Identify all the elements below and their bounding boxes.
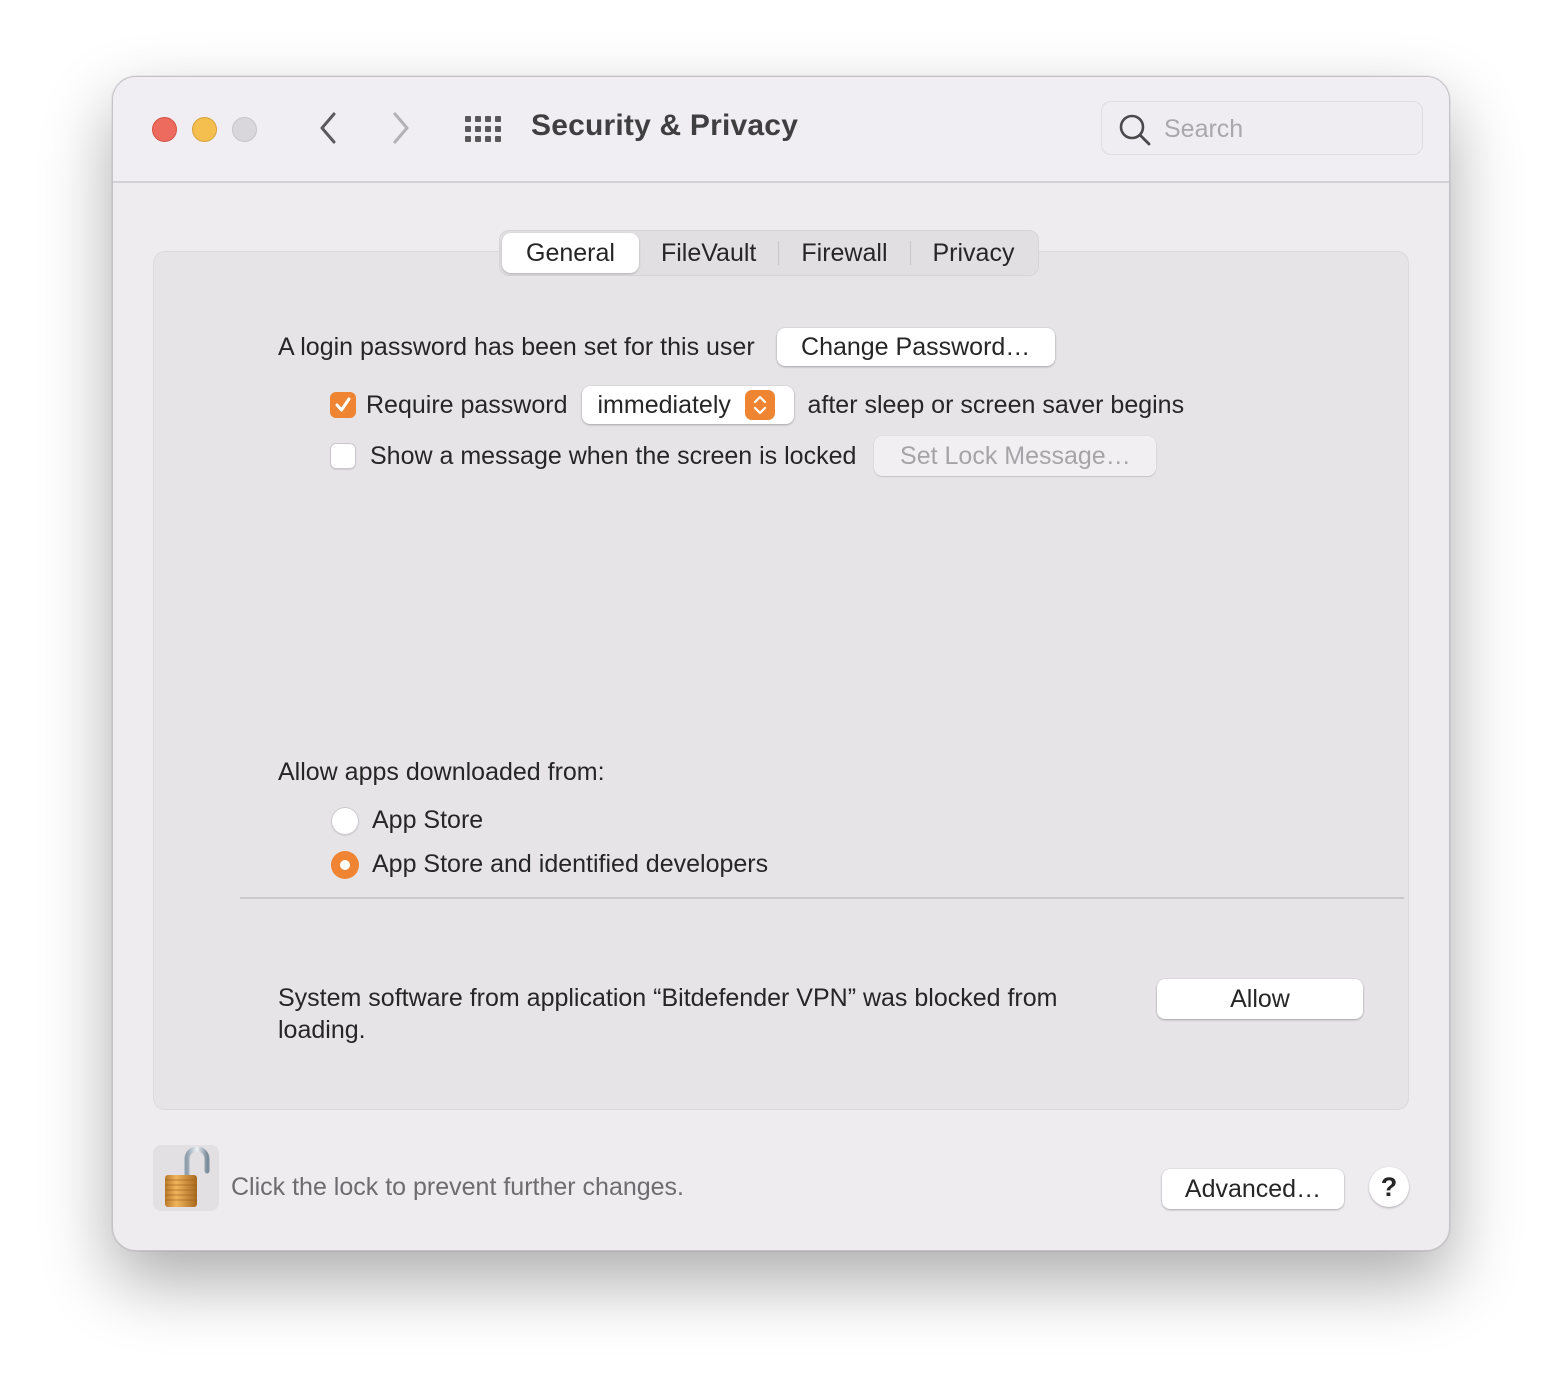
tab-filevault[interactable]: FileVault: [639, 233, 778, 273]
tab-content-panel: A login password has been set for this u…: [153, 251, 1409, 1110]
radio-button[interactable]: [331, 850, 359, 879]
chevron-right-icon: [393, 112, 409, 144]
search-icon: [1119, 114, 1151, 146]
require-password-checkbox[interactable]: [330, 392, 356, 418]
grid-icon: [465, 116, 501, 142]
show-message-row: Show a message when the screen is locked…: [330, 436, 1157, 476]
login-password-row: A login password has been set for this u…: [278, 328, 1055, 366]
show-message-checkbox[interactable]: [330, 443, 356, 469]
security-privacy-window: Security & Privacy A login password has …: [112, 76, 1450, 1251]
radio-label: App Store: [372, 806, 484, 834]
minimize-button[interactable]: [192, 117, 217, 142]
set-lock-message-button[interactable]: Set Lock Message…: [874, 436, 1157, 476]
login-password-label: A login password has been set for this u…: [278, 332, 755, 361]
unlocked-padlock-icon: [165, 1146, 210, 1207]
selected-delay: immediately: [597, 390, 731, 419]
radio-app-store[interactable]: App Store: [331, 806, 483, 835]
chevron-left-icon: [320, 112, 336, 144]
show-message-label: Show a message when the screen is locked: [370, 441, 857, 470]
tab-general[interactable]: General: [502, 233, 639, 273]
window-title: Security & Privacy: [531, 109, 799, 142]
show-all-button[interactable]: [463, 114, 503, 144]
change-password-button[interactable]: Change Password…: [776, 328, 1055, 366]
search-field[interactable]: [1101, 101, 1423, 155]
tab-privacy[interactable]: Privacy: [911, 233, 1037, 273]
zoom-button[interactable]: [232, 117, 257, 142]
search-input[interactable]: [1162, 110, 1406, 148]
section-divider: [240, 897, 1404, 899]
lock-status-text: Click the lock to prevent further change…: [231, 1173, 685, 1201]
checkmark-icon: [335, 397, 351, 412]
require-password-suffix: after sleep or screen saver begins: [807, 390, 1185, 419]
radio-label: App Store and identified developers: [372, 850, 769, 878]
back-button[interactable]: [308, 107, 348, 149]
close-button[interactable]: [152, 117, 177, 142]
title-bar: Security & Privacy: [113, 77, 1449, 183]
forward-button[interactable]: [381, 107, 421, 149]
lock-button[interactable]: [153, 1145, 219, 1211]
allow-button[interactable]: Allow: [1157, 979, 1363, 1019]
require-password-row: Require password immediately after sleep…: [330, 386, 1184, 424]
allow-apps-heading: Allow apps downloaded from:: [278, 758, 605, 786]
require-password-label: Require password: [366, 390, 568, 419]
advanced-button[interactable]: Advanced…: [1162, 1169, 1344, 1209]
radio-button[interactable]: [331, 806, 359, 835]
help-button[interactable]: ?: [1369, 1167, 1409, 1207]
radio-app-store-and-identified-developers[interactable]: App Store and identified developers: [331, 850, 768, 879]
popup-stepper-icon: [744, 390, 775, 420]
blocked-software-message: System software from application “Bitdef…: [278, 984, 1058, 1044]
require-password-delay-select[interactable]: immediately: [581, 386, 794, 424]
tab-firewall[interactable]: Firewall: [779, 233, 909, 273]
tab-bar: General FileVault Firewall Privacy: [499, 230, 1040, 276]
